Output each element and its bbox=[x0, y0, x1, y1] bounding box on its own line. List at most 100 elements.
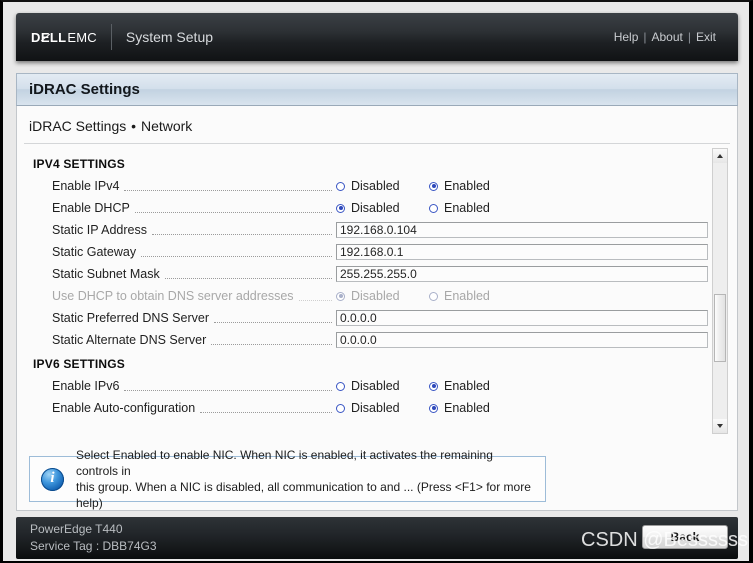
vertical-scrollbar[interactable] bbox=[712, 148, 728, 434]
radio-button-icon bbox=[336, 181, 345, 191]
logo-d: D bbox=[31, 29, 41, 45]
setting-row: Enable IPv6 Disabled Enabled bbox=[24, 375, 708, 397]
radio-button-icon bbox=[336, 403, 345, 413]
setting-row: Static Preferred DNS Server 0.0.0.0 bbox=[24, 307, 708, 329]
breadcrumb: iDRAC Settings • Network bbox=[17, 106, 737, 143]
server-model: PowerEdge T440 bbox=[30, 522, 123, 536]
radio-option-label: Disabled bbox=[351, 289, 400, 303]
setting-label: Enable IPv4 bbox=[52, 179, 120, 193]
leader-dots bbox=[164, 269, 332, 279]
text-input[interactable]: 255.255.255.0 bbox=[336, 266, 708, 282]
radio-option-label: Enabled bbox=[444, 289, 490, 303]
leader-dots bbox=[134, 203, 332, 213]
radio-option-label: Disabled bbox=[351, 401, 400, 415]
leader-dots bbox=[141, 247, 332, 257]
setting-row: Static IP Address 192.168.0.104 bbox=[24, 219, 708, 241]
setting-label: Static Alternate DNS Server bbox=[52, 333, 207, 347]
radio-button-icon bbox=[429, 181, 438, 191]
radio-option[interactable]: Enabled bbox=[429, 379, 522, 393]
back-button[interactable]: Back bbox=[642, 525, 728, 549]
logo-ll: LL bbox=[49, 29, 67, 45]
radio-button-icon bbox=[429, 381, 438, 391]
radio-option: Enabled bbox=[429, 289, 522, 303]
radio-option-label: Disabled bbox=[351, 379, 400, 393]
context-help-box: Select Enabled to enable NIC. When NIC i… bbox=[29, 448, 546, 510]
setting-label: Static Gateway bbox=[52, 245, 137, 259]
radio-button-icon bbox=[336, 291, 345, 301]
text-input[interactable]: 0.0.0.0 bbox=[336, 332, 708, 348]
breadcrumb-leaf: Network bbox=[140, 118, 193, 134]
scrollbar-thumb[interactable] bbox=[714, 294, 726, 362]
radio-group: Disabled Enabled bbox=[336, 289, 708, 303]
exit-link[interactable]: Exit bbox=[696, 30, 716, 44]
chevron-down-icon bbox=[717, 424, 723, 428]
setting-row: Static Gateway 192.168.0.1 bbox=[24, 241, 708, 263]
leader-dots bbox=[298, 291, 332, 301]
setting-row: Use DHCP to obtain DNS server addresses D… bbox=[24, 285, 708, 307]
help-link[interactable]: Help bbox=[614, 30, 639, 44]
radio-option[interactable]: Disabled bbox=[336, 201, 429, 215]
radio-button-icon bbox=[429, 203, 438, 213]
setting-row: Enable Auto-configuration Disabled Enabled bbox=[24, 397, 708, 419]
leader-dots bbox=[124, 381, 332, 391]
leader-dots bbox=[151, 225, 332, 235]
page-title: iDRAC Settings bbox=[29, 81, 140, 98]
leader-dots bbox=[211, 335, 332, 345]
radio-option-label: Enabled bbox=[444, 401, 490, 415]
setting-label: Enable DHCP bbox=[52, 201, 130, 215]
setting-row: Static Subnet Mask 255.255.255.0 bbox=[24, 263, 708, 285]
leader-dots bbox=[200, 403, 332, 413]
radio-group: Disabled Enabled bbox=[336, 401, 708, 415]
text-input[interactable]: 192.168.0.1 bbox=[336, 244, 708, 260]
nav-divider-1: | bbox=[643, 30, 647, 44]
logo-divider bbox=[110, 24, 112, 50]
setting-row: Static Alternate DNS Server 0.0.0.0 bbox=[24, 329, 708, 351]
group-title: IPV4 SETTINGS bbox=[33, 157, 125, 171]
scroll-down-button[interactable] bbox=[713, 419, 727, 433]
radio-option-label: Enabled bbox=[444, 201, 490, 215]
radio-button-icon bbox=[429, 291, 438, 301]
radio-group: Disabled Enabled bbox=[336, 179, 708, 193]
radio-option[interactable]: Enabled bbox=[429, 201, 522, 215]
setting-label: Use DHCP to obtain DNS server addresses bbox=[52, 289, 294, 303]
group-title: IPV6 SETTINGS bbox=[33, 357, 125, 371]
footer-bar: PowerEdge T440 Service Tag : DBB74G3 Bac… bbox=[16, 517, 738, 559]
chevron-up-icon bbox=[717, 154, 723, 158]
text-input[interactable]: 0.0.0.0 bbox=[336, 310, 708, 326]
setting-label: Static IP Address bbox=[52, 223, 147, 237]
radio-option[interactable]: Enabled bbox=[429, 401, 522, 415]
help-text: Select Enabled to enable NIC. When NIC i… bbox=[76, 447, 537, 511]
setting-label: Enable Auto-configuration bbox=[52, 401, 196, 415]
leader-dots bbox=[124, 181, 332, 191]
help-line-1: Select Enabled to enable NIC. When NIC i… bbox=[76, 448, 493, 478]
nav-divider-2: | bbox=[687, 30, 691, 44]
dell-emc-logo: D E LL EMC bbox=[31, 30, 97, 45]
top-banner: D E LL EMC System Setup Help | About | Exit bbox=[16, 13, 738, 61]
setting-row: Enable DHCP Disabled Enabled bbox=[24, 197, 708, 219]
setting-label: Enable IPv6 bbox=[52, 379, 120, 393]
top-navigation: Help | About | Exit bbox=[614, 30, 716, 44]
page-title-band: iDRAC Settings bbox=[16, 73, 738, 106]
radio-button-icon bbox=[429, 403, 438, 413]
radio-group: Disabled Enabled bbox=[336, 201, 708, 215]
setting-label: Static Preferred DNS Server bbox=[52, 311, 209, 325]
radio-option-label: Enabled bbox=[444, 179, 490, 193]
radio-button-icon bbox=[336, 381, 345, 391]
info-icon bbox=[41, 467, 64, 491]
text-input[interactable]: 192.168.0.104 bbox=[336, 222, 708, 238]
app-title: System Setup bbox=[125, 29, 214, 45]
radio-option[interactable]: Disabled bbox=[336, 179, 429, 193]
system-setup-screen: D E LL EMC System Setup Help | About | Exit… bbox=[0, 0, 753, 563]
leader-dots bbox=[214, 313, 332, 323]
radio-option[interactable]: Disabled bbox=[336, 401, 429, 415]
setting-label: Static Subnet Mask bbox=[52, 267, 160, 281]
radio-option[interactable]: Disabled bbox=[336, 379, 429, 393]
setting-row: Enable IPv4 Disabled Enabled bbox=[24, 175, 708, 197]
logo-slashed-e: E bbox=[40, 29, 50, 45]
settings-form: IPV4 SETTINGS Enable IPv4 Disabled Enabled E… bbox=[24, 144, 708, 438]
about-link[interactable]: About bbox=[652, 30, 683, 44]
radio-option-label: Enabled bbox=[444, 379, 490, 393]
scroll-up-button[interactable] bbox=[713, 149, 727, 163]
radio-option[interactable]: Enabled bbox=[429, 179, 522, 193]
radio-button-icon bbox=[336, 203, 345, 213]
